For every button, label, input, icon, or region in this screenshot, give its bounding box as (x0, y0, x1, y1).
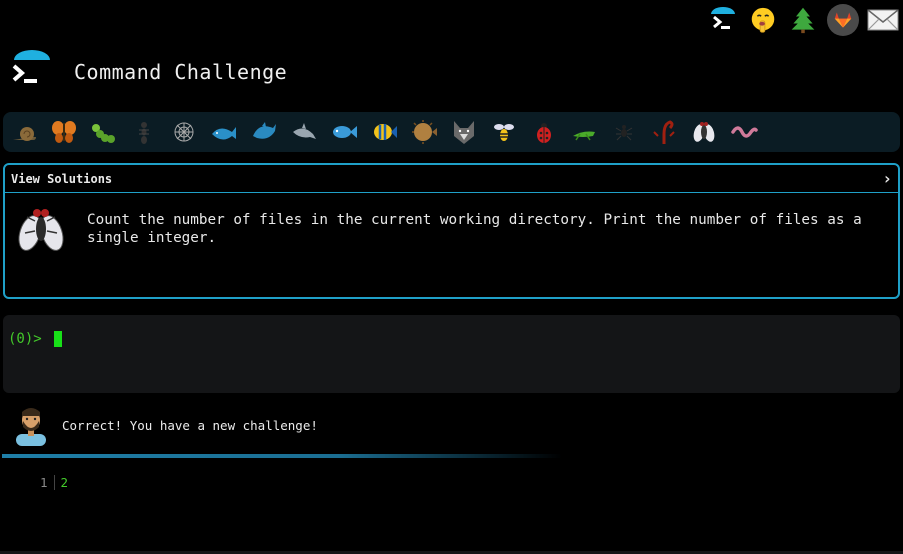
creature-bar (3, 112, 900, 152)
dolphin-icon[interactable] (249, 117, 279, 147)
divider (2, 454, 562, 458)
line-number: 1 (40, 475, 55, 490)
output-value: 2 (60, 475, 69, 490)
view-solutions-label: View Solutions (11, 171, 113, 186)
app-logo-icon[interactable] (8, 48, 56, 96)
wolf-icon[interactable] (449, 117, 479, 147)
dolphin-gray-icon[interactable] (289, 117, 319, 147)
terminal-cursor[interactable] (54, 331, 63, 347)
page-title: Command Challenge (74, 60, 288, 84)
whale-icon[interactable] (209, 117, 239, 147)
output-line: 1 2 (40, 475, 68, 490)
ladybug-icon[interactable] (529, 117, 559, 147)
terminal-input-area[interactable]: (0)> (3, 315, 900, 393)
top-icon-bar (707, 4, 899, 36)
spider-icon[interactable] (609, 117, 639, 147)
mail-icon[interactable] (867, 4, 899, 36)
view-solutions-toggle[interactable]: View Solutions › (5, 165, 898, 193)
chevron-right-icon[interactable]: › (882, 169, 892, 188)
shush-face-icon[interactable] (747, 4, 779, 36)
snail-icon[interactable] (9, 117, 39, 147)
terminal-prompt: (0)> (8, 331, 42, 347)
terminal-icon[interactable] (707, 4, 739, 36)
scorpion-icon[interactable] (649, 117, 679, 147)
butterfly-icon[interactable] (49, 117, 79, 147)
feedback-message: Correct! You have a new challenge! (62, 417, 318, 433)
fly-small-icon[interactable] (689, 117, 719, 147)
challenge-panel: View Solutions › Count the number of fil… (3, 163, 900, 299)
feedback-row: Correct! You have a new challenge! (14, 404, 318, 446)
challenge-description: Count the number of files in the current… (87, 212, 862, 246)
fish-icon[interactable] (329, 117, 359, 147)
bee-icon[interactable] (489, 117, 519, 147)
caterpillar-icon[interactable] (89, 117, 119, 147)
gitlab-icon[interactable] (827, 4, 859, 36)
tropical-fish-icon[interactable] (369, 117, 399, 147)
spider-web-icon[interactable] (169, 117, 199, 147)
tree-icon[interactable] (787, 4, 819, 36)
cricket-icon[interactable] (569, 117, 599, 147)
avatar-icon (14, 404, 48, 446)
app-header: Command Challenge (8, 48, 287, 96)
worm-icon[interactable] (729, 117, 759, 147)
fly-icon (13, 201, 69, 257)
pufferfish-icon[interactable] (409, 117, 439, 147)
ant-icon[interactable] (129, 117, 159, 147)
